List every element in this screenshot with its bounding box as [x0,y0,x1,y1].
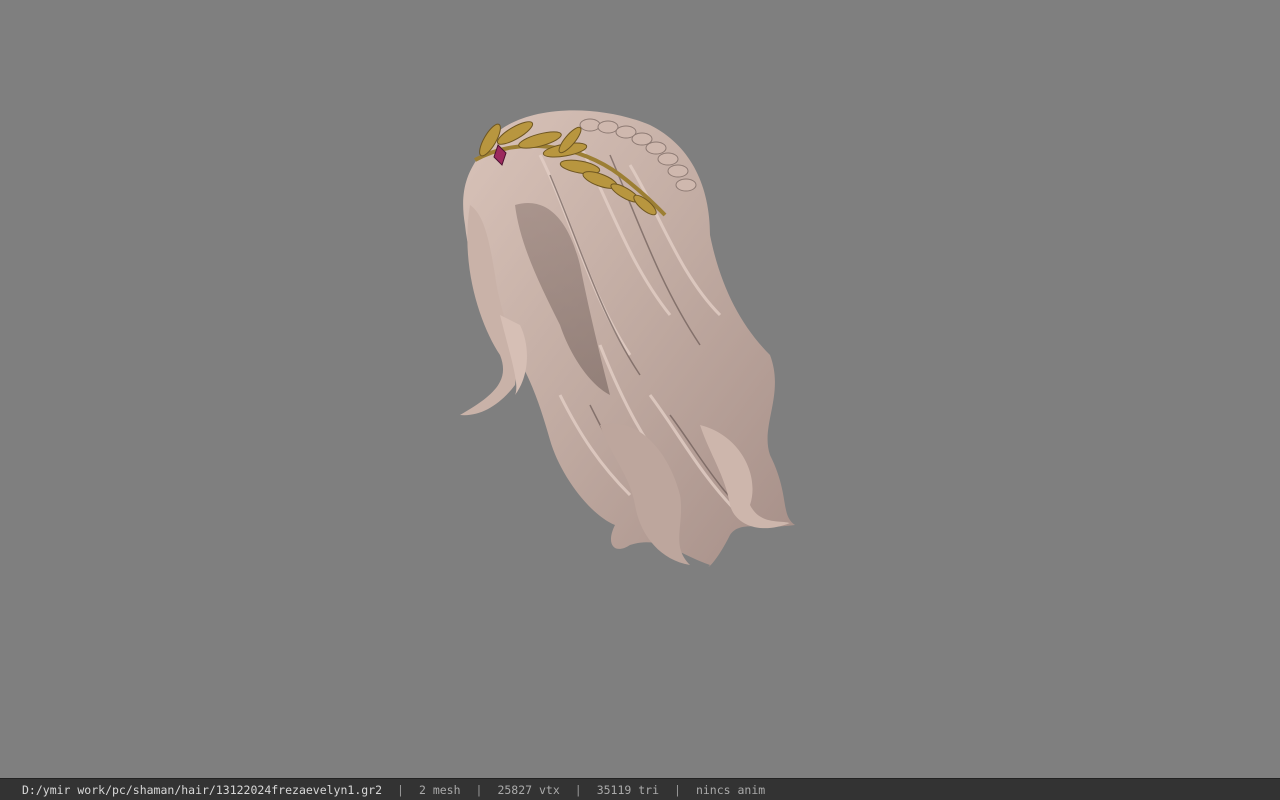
status-bar: D:/ymir work/pc/shaman/hair/13122024frez… [0,778,1280,800]
animation-status: nincs anim [695,782,766,797]
separator: | [574,782,582,797]
triangle-count: 35119 tri [596,782,660,797]
hair-model-render [460,110,795,567]
vertex-count: 25827 vtx [497,782,560,797]
separator: | [674,782,681,797]
file-path: D:/ymir work/pc/shaman/hair/13122024frez… [22,782,383,797]
separator: | [397,782,404,797]
separator: | [475,782,483,797]
mesh-count: 2 mesh [418,782,461,797]
3d-viewport[interactable] [0,0,1280,778]
